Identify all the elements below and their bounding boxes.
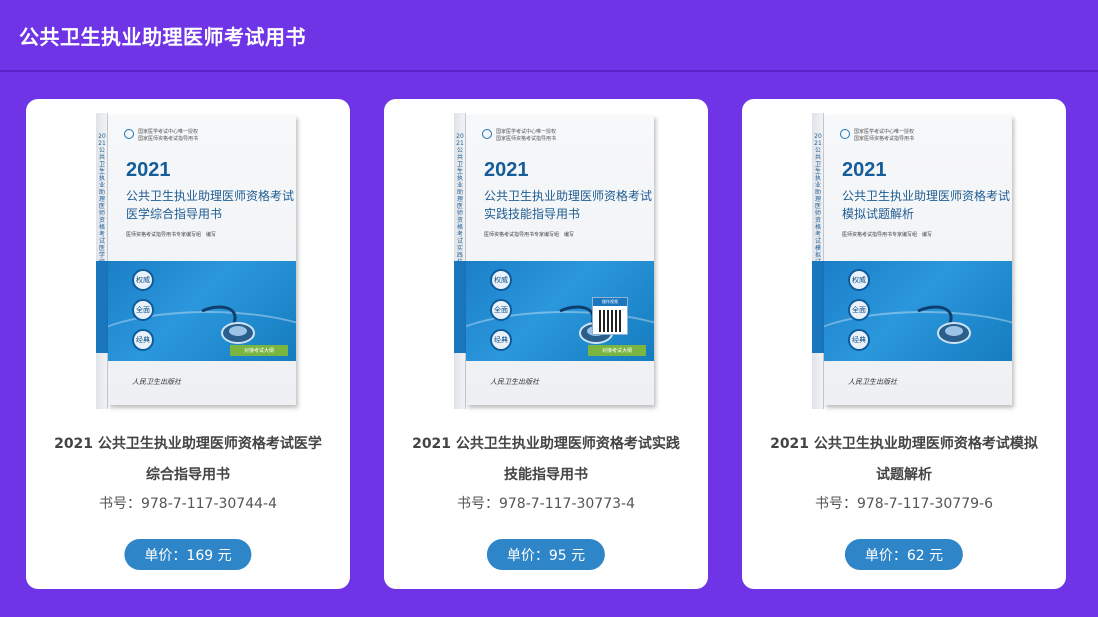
badge: 经典	[490, 329, 512, 351]
book-cover: 国家医学考试中心唯一授权 国家医师资格考试指导用书 2021 公共卫生执业助理医…	[824, 115, 1012, 405]
book-spine: 2021公共卫生执业助理医师资格考试实践技能指导用书	[454, 113, 466, 409]
book-spine: 2021公共卫生执业助理医师资格考试模拟试题解析	[812, 113, 824, 409]
book-title[interactable]: 2021 公共卫生执业助理医师资格考试医学综合指导用书	[50, 429, 326, 491]
publisher-mark-icon	[840, 129, 850, 139]
book-cover: 国家医学考试中心唯一授权 国家医师资格考试指导用书 2021 公共卫生执业助理医…	[108, 115, 296, 405]
price-button[interactable]: 单价：169 元	[124, 539, 252, 570]
book-card[interactable]: 2021公共卫生执业助理医师资格考试模拟试题解析 国家医学考试中心唯一授权 国家…	[742, 99, 1066, 589]
price-button[interactable]: 单价：62 元	[844, 539, 964, 570]
cover-subtitle: 模拟试题解析	[842, 207, 915, 221]
cover-subtitle: 医学综合指导用书	[126, 207, 223, 221]
publisher-mark-icon	[124, 129, 134, 139]
badge: 权威	[848, 269, 870, 291]
badge: 全面	[848, 299, 870, 321]
cover-band: 权威 全面 经典 操作视频 对接考试大纲	[466, 261, 654, 361]
book-card[interactable]: 2021公共卫生执业助理医师资格考试实践技能指导用书 国家医学考试中心唯一授权 …	[384, 99, 708, 589]
publisher-logo: 人民卫生出版社	[848, 378, 897, 386]
qr-code-icon: 操作视频	[592, 297, 628, 335]
exam-tag: 对接考试大纲	[588, 345, 646, 356]
book-cover-image[interactable]: 2021公共卫生执业助理医师资格考试模拟试题解析 国家医学考试中心唯一授权 国家…	[812, 113, 1012, 409]
price-button[interactable]: 单价：95 元	[486, 539, 606, 570]
publisher-logo: 人民卫生出版社	[132, 378, 181, 386]
cover-title: 公共卫生执业助理医师资格考试	[126, 189, 295, 203]
cover-title: 公共卫生执业助理医师资格考试	[842, 189, 1011, 203]
book-cover-image[interactable]: 2021公共卫生执业助理医师资格考试医学综合指导用书 国家医学考试中心唯一授权 …	[96, 113, 296, 409]
badge: 全面	[490, 299, 512, 321]
badge: 全面	[132, 299, 154, 321]
cover-band: 权威 全面 经典	[824, 261, 1012, 361]
book-spine: 2021公共卫生执业助理医师资格考试医学综合指导用书	[96, 113, 108, 409]
book-isbn: 书号：978-7-117-30744-4	[98, 496, 277, 512]
cover-title: 公共卫生执业助理医师资格考试	[484, 189, 653, 203]
cover-subtitle: 实践技能指导用书	[484, 207, 581, 221]
badge: 权威	[132, 269, 154, 291]
exam-tag: 对接考试大纲	[230, 345, 288, 356]
book-cover: 国家医学考试中心唯一授权 国家医师资格考试指导用书 2021 公共卫生执业助理医…	[466, 115, 654, 405]
cover-year: 2021	[842, 159, 887, 181]
book-title[interactable]: 2021 公共卫生执业助理医师资格考试实践技能指导用书	[408, 429, 684, 491]
cover-year: 2021	[126, 159, 171, 181]
book-title[interactable]: 2021 公共卫生执业助理医师资格考试模拟试题解析	[766, 429, 1042, 491]
stethoscope-icon	[201, 305, 255, 344]
stethoscope-icon	[917, 305, 971, 344]
publisher-logo: 人民卫生出版社	[490, 378, 539, 386]
badge: 经典	[132, 329, 154, 351]
publisher-mark-icon	[482, 129, 492, 139]
cover-band: 权威 全面 经典 对接考试大纲	[108, 261, 296, 361]
badge: 经典	[848, 329, 870, 351]
badge: 权威	[490, 269, 512, 291]
book-cover-image[interactable]: 2021公共卫生执业助理医师资格考试实践技能指导用书 国家医学考试中心唯一授权 …	[454, 113, 654, 409]
book-isbn: 书号：978-7-117-30773-4	[456, 496, 635, 512]
book-isbn: 书号：978-7-117-30779-6	[814, 496, 993, 512]
book-card[interactable]: 2021公共卫生执业助理医师资格考试医学综合指导用书 国家医学考试中心唯一授权 …	[26, 99, 350, 589]
cover-year: 2021	[484, 159, 529, 181]
page-header: 公共卫生执业助理医师考试用书	[0, 0, 1098, 72]
page-title: 公共卫生执业助理医师考试用书	[19, 24, 306, 49]
